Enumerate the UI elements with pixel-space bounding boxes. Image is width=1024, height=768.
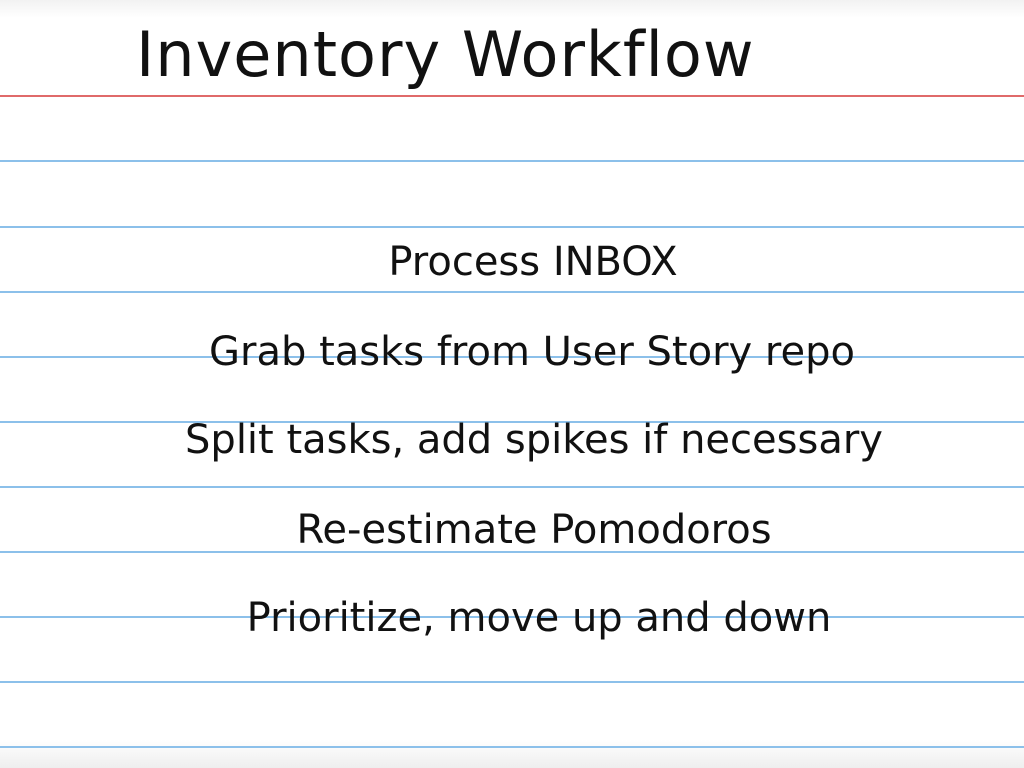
ruled-line [0,291,1024,293]
ruled-line [0,160,1024,162]
workflow-step-grab-tasks: Grab tasks from User Story repo [209,329,855,375]
header-rule-red [0,95,1024,97]
ruled-line [0,226,1024,228]
card-title: Inventory Workflow [136,18,755,91]
workflow-step-process-inbox: Process INBOX [388,239,678,285]
index-card: Inventory Workflow Process INBOX Grab ta… [0,0,1024,768]
workflow-step-prioritize: Prioritize, move up and down [246,595,832,641]
ruled-line [0,746,1024,748]
ruled-line [0,681,1024,683]
ruled-line [0,486,1024,488]
workflow-step-split-tasks: Split tasks, add spikes if necessary [185,417,883,463]
workflow-step-re-estimate: Re-estimate Pomodoros [296,507,772,553]
